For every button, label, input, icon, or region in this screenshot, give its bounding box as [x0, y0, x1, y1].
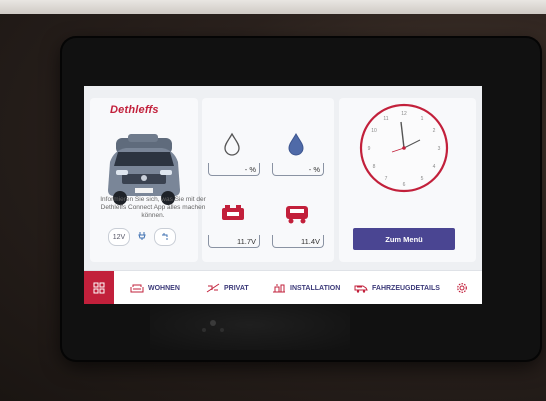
- tablet-mount-screws: [202, 320, 224, 332]
- svg-text:10: 10: [371, 128, 377, 134]
- tap-icon[interactable]: [154, 228, 176, 246]
- menu-button[interactable]: Zum Menü: [353, 228, 455, 250]
- fresh-water-value: - %: [208, 163, 260, 176]
- battery-starter-icon: [286, 206, 308, 224]
- grey-water-tile[interactable]: - %: [268, 126, 328, 176]
- svg-text:8: 8: [373, 164, 376, 170]
- svg-text:3: 3: [438, 146, 441, 152]
- settings-button[interactable]: [456, 271, 472, 304]
- svg-text:11: 11: [383, 116, 388, 122]
- plug-icon[interactable]: [134, 228, 150, 244]
- water-drop-outline-icon: [224, 132, 240, 156]
- svg-text:4: 4: [433, 164, 436, 170]
- svg-text:6: 6: [403, 182, 406, 188]
- nav-installation[interactable]: INSTALLATION: [272, 271, 340, 304]
- grid-icon: [93, 282, 105, 294]
- analog-clock: 1212 345 678 91011: [359, 103, 449, 193]
- brand-logo: Dethleffs: [110, 104, 159, 116]
- control-panel-screen: Dethleffs 12V - % - % 11.7V 11.4V 12 1 2…: [84, 86, 482, 304]
- menu-button-label: Zum Menü: [385, 234, 423, 244]
- nav-fahrzeugdetails[interactable]: FAHRZEUGDETAILS: [354, 271, 440, 304]
- nav-wohnen-label: WOHNEN: [148, 284, 180, 292]
- gear-icon: [457, 283, 467, 293]
- water-drop-filled-icon: [288, 132, 304, 156]
- nav-installation-label: INSTALLATION: [290, 284, 341, 292]
- vehicle-icon: [354, 285, 368, 293]
- home-tab[interactable]: [84, 271, 114, 304]
- grey-water-value: - %: [272, 163, 324, 176]
- sofa-icon: [130, 284, 144, 292]
- voltage-label: 12V: [112, 233, 126, 241]
- battery-starter-tile[interactable]: 11.4V: [268, 198, 328, 248]
- installation-icon: [273, 284, 285, 293]
- bottom-navbar: WOHNEN PRIVAT INSTALLATION FAHRZEUGDETAI…: [84, 270, 482, 304]
- nav-wohnen[interactable]: WOHNEN: [130, 271, 180, 304]
- svg-text:1: 1: [421, 116, 424, 122]
- nav-privat[interactable]: PRIVAT: [206, 271, 249, 304]
- app-info-text: Informieren Sie sich, was Sie mit der De…: [100, 196, 206, 219]
- fresh-water-tile[interactable]: - %: [204, 126, 264, 176]
- bezel-reflection: [150, 300, 350, 350]
- battery-living-value: 11.7V: [208, 235, 260, 248]
- voltage-button[interactable]: 12V: [108, 228, 130, 246]
- svg-text:2: 2: [433, 128, 436, 134]
- ceiling: [0, 0, 546, 14]
- nav-fahrzeugdetails-label: FAHRZEUGDETAILS: [372, 284, 440, 292]
- svg-text:5: 5: [421, 176, 424, 182]
- svg-text:9: 9: [368, 146, 371, 152]
- nav-privat-label: PRIVAT: [224, 284, 249, 292]
- svg-text:12: 12: [401, 111, 407, 117]
- svg-text:7: 7: [385, 176, 388, 182]
- privacy-icon: [206, 283, 220, 293]
- battery-starter-value: 11.4V: [272, 235, 324, 248]
- battery-living-icon: [222, 205, 244, 220]
